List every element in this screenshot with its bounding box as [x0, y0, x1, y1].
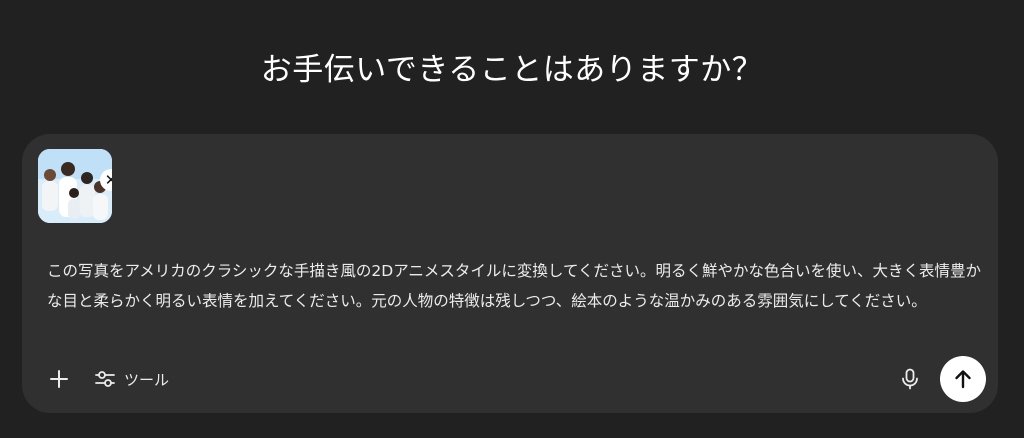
plus-icon	[50, 370, 68, 388]
add-button[interactable]	[44, 364, 74, 394]
microphone-button[interactable]	[896, 365, 924, 393]
tools-button[interactable]: ツール	[94, 364, 169, 394]
image-attachment-thumbnail[interactable]: ✕	[38, 149, 112, 223]
send-button[interactable]	[940, 356, 986, 402]
sliders-icon	[95, 371, 115, 387]
prompt-input[interactable]: この写真をアメリカのクラシックな手描き風の2Dアニメスタイルに変換してください。…	[47, 256, 982, 316]
tools-label: ツール	[124, 370, 170, 389]
close-icon: ✕	[104, 171, 112, 189]
microphone-icon	[902, 368, 918, 390]
arrow-up-icon	[955, 370, 971, 389]
chat-page: お手伝いできることはありますか？ ✕ この写真をアメリカのクラシックな手描き風の…	[0, 0, 1024, 438]
composer-toolbar: ツール	[44, 364, 169, 394]
message-composer[interactable]: ✕ この写真をアメリカのクラシックな手描き風の2Dアニメスタイルに変換してくださ…	[22, 134, 998, 413]
page-title: お手伝いできることはありますか？	[260, 52, 764, 88]
